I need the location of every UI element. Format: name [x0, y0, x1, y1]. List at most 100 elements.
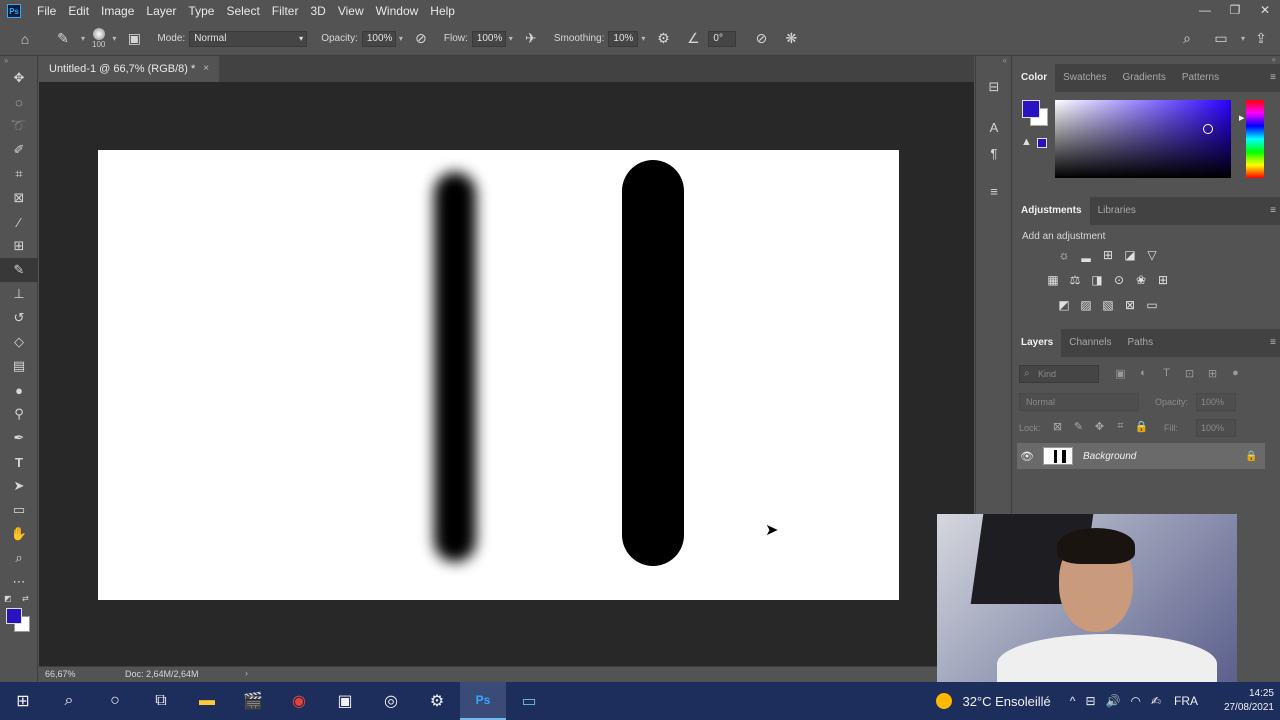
- blur-tool-icon[interactable]: ●: [0, 378, 38, 402]
- menu-type[interactable]: Type: [182, 0, 220, 22]
- close-icon[interactable]: ×: [203, 56, 209, 82]
- invert-icon[interactable]: ◩: [1053, 295, 1075, 315]
- chevron-down-icon[interactable]: ▾: [112, 34, 116, 43]
- chevron-down-icon[interactable]: ▾: [509, 34, 513, 43]
- chevron-down-icon[interactable]: ▾: [81, 34, 85, 43]
- tab-layers[interactable]: Layers: [1013, 329, 1062, 357]
- chrome-icon[interactable]: ◉: [276, 682, 322, 720]
- menu-edit[interactable]: Edit: [62, 0, 95, 22]
- menu-help[interactable]: Help: [424, 0, 461, 22]
- minimize-button[interactable]: —: [1190, 0, 1220, 22]
- lock-pixels-icon[interactable]: ✎: [1068, 420, 1089, 433]
- photoshop-taskbar-icon[interactable]: Ps: [460, 682, 506, 720]
- search-icon[interactable]: ⌕: [1178, 30, 1196, 48]
- brush-size-preview[interactable]: 100: [92, 28, 105, 49]
- marquee-tool-icon[interactable]: ◌: [0, 90, 38, 114]
- menu-select[interactable]: Select: [220, 0, 265, 22]
- tab-paths[interactable]: Paths: [1120, 329, 1162, 357]
- pen-icon[interactable]: ✍: [1151, 694, 1161, 708]
- weather-widget[interactable]: 32°C Ensoleillé: [962, 694, 1050, 709]
- gamut-warning-icon[interactable]: ▲: [1021, 136, 1032, 148]
- flow-input[interactable]: 100%: [471, 30, 506, 47]
- angle-input[interactable]: 0°: [708, 30, 737, 47]
- rectangle-tool-icon[interactable]: ▭: [0, 498, 38, 522]
- photo-filter-icon[interactable]: ⊙: [1108, 270, 1130, 290]
- levels-icon[interactable]: ▂: [1075, 245, 1097, 265]
- fill-input[interactable]: 100%: [1196, 419, 1236, 437]
- opacity-input[interactable]: 100%: [361, 30, 396, 47]
- spot-healing-tool-icon[interactable]: ⊞: [0, 234, 38, 258]
- settings-gear-icon[interactable]: ⚙: [414, 682, 460, 720]
- app-icon[interactable]: ▣: [322, 682, 368, 720]
- tab-libraries[interactable]: Libraries: [1090, 197, 1144, 225]
- eyedropper-tool-icon[interactable]: ⁄: [0, 210, 38, 234]
- dodge-tool-icon[interactable]: ⚲: [0, 402, 38, 426]
- menu-file[interactable]: File: [31, 0, 62, 22]
- collapse-arrows-icon[interactable]: «: [976, 56, 1011, 66]
- curves-icon[interactable]: ⊞: [1097, 245, 1119, 265]
- history-panel-icon[interactable]: ⊟: [976, 74, 1012, 100]
- selective-color-icon[interactable]: ⊠: [1119, 295, 1141, 315]
- tab-gradients[interactable]: Gradients: [1114, 64, 1173, 92]
- more-tools-icon[interactable]: ⋯: [0, 570, 38, 594]
- home-icon[interactable]: ⌂: [16, 30, 34, 48]
- exposure-icon[interactable]: ◪: [1119, 245, 1141, 265]
- language-indicator[interactable]: FRA: [1174, 694, 1198, 708]
- lasso-tool-icon[interactable]: ➰: [0, 114, 38, 138]
- eraser-tool-icon[interactable]: ◇: [0, 330, 38, 354]
- gradient-tool-icon[interactable]: ▤: [0, 354, 38, 378]
- collapse-arrows-icon[interactable]: »: [0, 56, 37, 66]
- tab-adjustments[interactable]: Adjustments: [1013, 197, 1090, 225]
- menu-filter[interactable]: Filter: [266, 0, 305, 22]
- search-icon[interactable]: ⌕: [46, 682, 92, 720]
- panel-menu-icon[interactable]: ≡: [1270, 205, 1276, 216]
- task-view-icon[interactable]: ⧉: [138, 682, 184, 720]
- layer-kind-filter[interactable]: ⌕ Kind: [1019, 365, 1099, 383]
- menu-window[interactable]: Window: [370, 0, 425, 22]
- quick-selection-tool-icon[interactable]: ✐: [0, 138, 38, 162]
- menu-layer[interactable]: Layer: [140, 0, 182, 22]
- layer-row[interactable]: 👁 Background 🔒: [1017, 443, 1265, 469]
- threshold-icon[interactable]: ▧: [1097, 295, 1119, 315]
- shape-filter-icon[interactable]: ⊡: [1178, 367, 1201, 380]
- foreground-color-swatch[interactable]: [6, 608, 22, 624]
- pixel-filter-icon[interactable]: ▣: [1109, 367, 1132, 380]
- document-tab[interactable]: Untitled-1 @ 66,7% (RGB/8) * ×: [39, 56, 220, 82]
- color-lookup-icon[interactable]: ⊞: [1152, 270, 1174, 290]
- panel-menu-icon[interactable]: ≡: [1270, 72, 1276, 83]
- menu-image[interactable]: Image: [95, 0, 140, 22]
- gear-icon[interactable]: ⚙: [654, 30, 672, 48]
- lock-all-icon[interactable]: 🔒: [1131, 420, 1152, 433]
- type-tool-icon[interactable]: T: [0, 450, 38, 474]
- tab-color[interactable]: Color: [1013, 64, 1056, 92]
- default-colors-icon[interactable]: ◩: [4, 594, 12, 603]
- smart-object-filter-icon[interactable]: ⊞: [1201, 367, 1224, 380]
- volume-icon[interactable]: 🔊: [1106, 694, 1121, 708]
- brightness-contrast-icon[interactable]: ☼: [1053, 245, 1075, 265]
- chevron-down-icon[interactable]: ▾: [1241, 34, 1245, 43]
- filter-toggle-icon[interactable]: ●: [1224, 367, 1247, 380]
- symmetry-icon[interactable]: ❋: [782, 30, 800, 48]
- layer-opacity-input[interactable]: 100%: [1196, 393, 1236, 411]
- wifi-icon[interactable]: ◠: [1130, 694, 1140, 708]
- properties-panel-icon[interactable]: ≡: [976, 178, 1012, 204]
- restore-button[interactable]: ❐: [1220, 0, 1250, 22]
- color-swatches[interactable]: ◩ ⇄: [0, 594, 37, 634]
- web-safe-color-swatch[interactable]: [1037, 138, 1047, 148]
- tab-patterns[interactable]: Patterns: [1174, 64, 1227, 92]
- close-button[interactable]: ✕: [1250, 0, 1280, 22]
- mode-select[interactable]: Normal ▾: [189, 30, 308, 47]
- chevron-down-icon[interactable]: ▾: [641, 34, 645, 43]
- gradient-map-icon[interactable]: ▭: [1141, 295, 1163, 315]
- pressure-opacity-icon[interactable]: ⊘: [412, 30, 430, 48]
- channel-mixer-icon[interactable]: ❀: [1130, 270, 1152, 290]
- cortana-icon[interactable]: ○: [92, 682, 138, 720]
- path-selection-tool-icon[interactable]: ➤: [0, 474, 38, 498]
- tab-swatches[interactable]: Swatches: [1055, 64, 1114, 92]
- obs-icon[interactable]: ◎: [368, 682, 414, 720]
- lock-artboard-icon[interactable]: ⌗: [1110, 420, 1131, 433]
- move-tool-icon[interactable]: ✥: [0, 66, 38, 90]
- history-brush-tool-icon[interactable]: ↺: [0, 306, 38, 330]
- paragraph-panel-icon[interactable]: ¶: [976, 140, 1012, 166]
- lock-transparency-icon[interactable]: ⊠: [1047, 420, 1068, 433]
